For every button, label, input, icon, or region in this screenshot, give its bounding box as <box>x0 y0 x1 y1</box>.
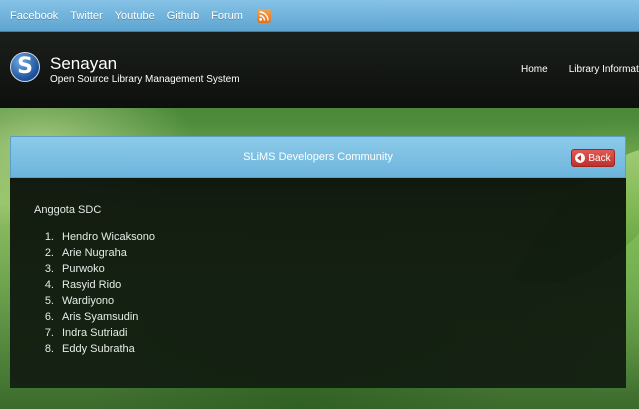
member-name: Purwoko <box>62 263 105 275</box>
back-button-label: Back <box>588 152 611 164</box>
twitter-link[interactable]: Twitter <box>70 10 102 22</box>
rss-icon[interactable] <box>256 8 271 23</box>
nav-home[interactable]: Home <box>521 64 548 75</box>
list-item: 1. Hendro Wicaksono <box>44 231 155 243</box>
list-item: 7. Indra Sutriadi <box>44 327 128 339</box>
youtube-link[interactable]: Youtube <box>115 10 155 22</box>
member-list: 1. Hendro Wicaksono 2. Arie Nugraha 3. Purw… <box>34 229 155 357</box>
forum-link[interactable]: Forum <box>211 10 243 22</box>
list-item: 8. Eddy Subratha <box>44 343 135 355</box>
github-link[interactable]: Github <box>167 10 199 22</box>
member-name: Hendro Wicaksono <box>62 231 155 243</box>
member-name: Indra Sutriadi <box>62 327 128 339</box>
list-item: 2. Arie Nugraha <box>44 247 127 259</box>
main-nav: Home Library Information <box>521 63 639 75</box>
facebook-link[interactable]: Facebook <box>10 10 58 22</box>
site-subtitle: Open Source Library Management System <box>50 74 240 85</box>
social-bar: Facebook Twitter Youtube Github Forum <box>0 0 639 32</box>
panel-body: Anggota SDC 1. Hendro Wicaksono 2. Arie Nu… <box>10 178 626 388</box>
section-title: Anggota SDC <box>34 204 102 216</box>
member-name: Wardiyono <box>62 295 115 307</box>
nav-library-information[interactable]: Library Information <box>569 64 639 75</box>
list-item: 4. Rasyid Rido <box>44 279 122 291</box>
panel-header: SLiMS Developers Community Back <box>10 136 626 178</box>
back-button[interactable]: Back <box>571 149 615 167</box>
site-header: S Senayan Open Source Library Management… <box>0 32 639 108</box>
member-name: Rasyid Rido <box>62 279 122 291</box>
list-item: 6. Aris Syamsudin <box>44 311 139 323</box>
member-name: Arie Nugraha <box>62 247 127 259</box>
member-name: Aris Syamsudin <box>62 311 139 323</box>
panel-title: SLiMS Developers Community <box>243 151 393 163</box>
list-item: 3. Purwoko <box>44 263 105 275</box>
site-title: Senayan <box>50 54 118 73</box>
slims-logo-icon[interactable]: S <box>10 52 40 82</box>
member-name: Eddy Subratha <box>62 343 135 355</box>
back-arrow-icon <box>575 153 586 163</box>
list-item: 5. Wardiyono <box>44 295 115 307</box>
